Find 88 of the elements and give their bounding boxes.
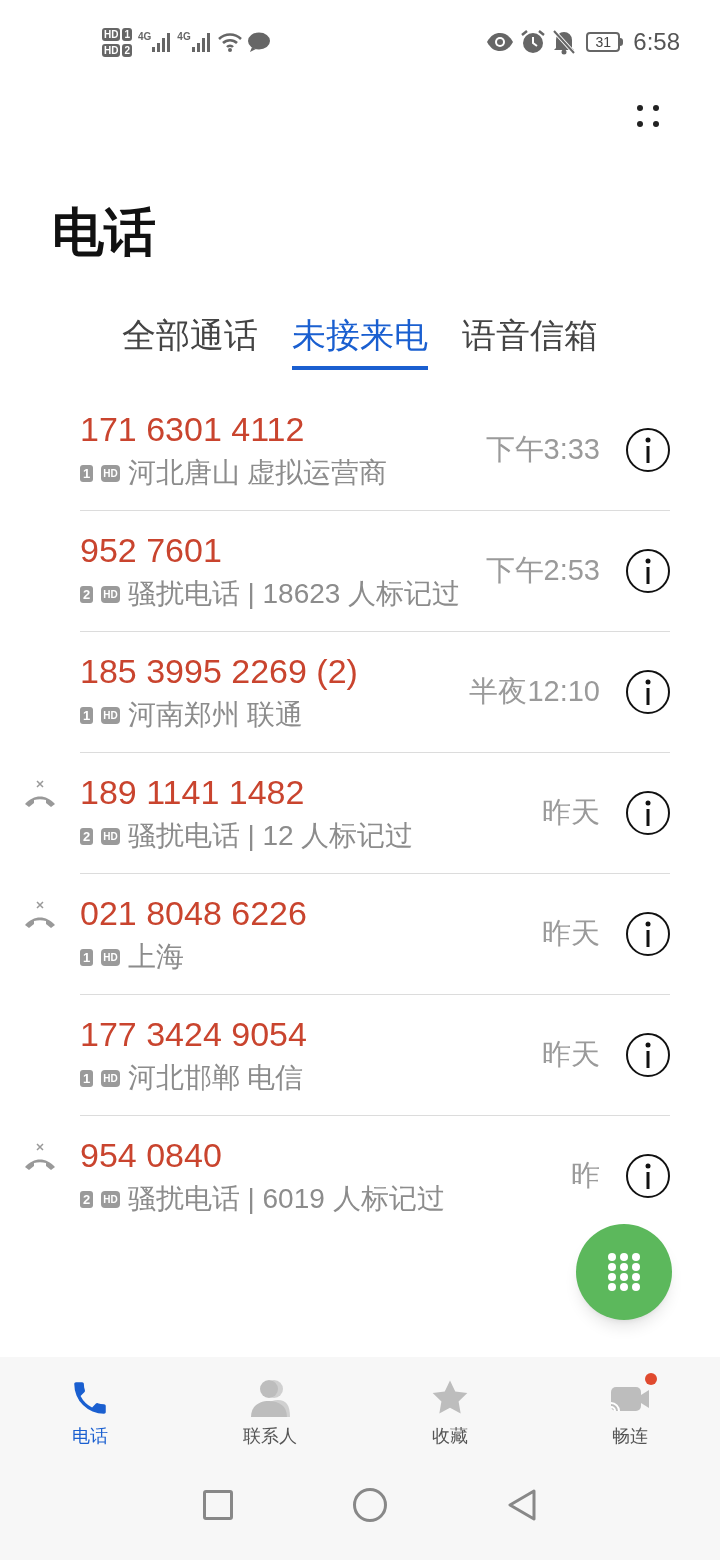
nav-tab[interactable]: 畅连 (540, 1377, 720, 1450)
sim-badge: 1 (80, 948, 94, 966)
phone-number: 021 8048 6226 (80, 893, 307, 934)
call-location: 河北唐山 虚拟运营商 (127, 456, 388, 490)
info-button[interactable] (626, 791, 670, 835)
info-button[interactable] (626, 549, 670, 593)
clock: 6:58 (633, 27, 680, 57)
page-title: 电话 (52, 202, 156, 263)
tab[interactable]: 语音信箱 (462, 310, 598, 370)
chat-icon (246, 31, 271, 53)
call-row[interactable]: 185 3995 2269 (2) 1 HD 河南郑州 联通 半夜12:10 (0, 632, 720, 753)
call-row[interactable]: 954 0840 2 HD 骚扰电话 | 6019 人标记过 昨 (0, 1116, 720, 1236)
info-button[interactable] (626, 670, 670, 714)
call-location: 河北邯郸 电信 (127, 1061, 304, 1095)
hd-badge: HD (101, 706, 120, 724)
info-icon (645, 921, 651, 947)
info-icon (645, 679, 651, 705)
call-location: 河南郑州 联通 (127, 698, 304, 732)
call-time: 昨天 (542, 1037, 600, 1073)
nav-tab[interactable]: 电话 (0, 1377, 180, 1450)
phone-number: 177 3424 9054 (80, 1014, 307, 1055)
sim-badge: 2 (80, 827, 94, 845)
hd-badge: HD (102, 27, 121, 41)
call-time: 昨 (571, 1158, 600, 1194)
info-icon (645, 437, 651, 463)
phone-number: 171 6301 4112 (80, 409, 305, 450)
signal-icon (151, 31, 172, 53)
call-time: 下午2:53 (485, 553, 600, 589)
call-time: 下午3:33 (485, 432, 600, 468)
nav-label: 电话 (72, 1425, 108, 1448)
sim-badge: 1 (80, 1069, 94, 1087)
hd-badge: HD (101, 827, 120, 845)
info-button[interactable] (626, 428, 670, 472)
phone-number: 185 3995 2269 (2) (80, 651, 358, 692)
call-row[interactable]: 189 1141 1482 2 HD 骚扰电话 | 12 人标记过 昨天 (0, 753, 720, 874)
hd-badge: HD (101, 464, 120, 482)
muted-bell-icon (552, 29, 577, 55)
network-label: 4G (177, 31, 191, 43)
sim-badge: 2 (122, 43, 132, 57)
nav-label: 联系人 (243, 1425, 297, 1448)
nav-tab[interactable]: 联系人 (180, 1377, 360, 1450)
call-row[interactable]: 952 7601 2 HD 骚扰电话 | 18623 人标记过 下午2:53 (0, 511, 720, 632)
call-location: 骚扰电话 | 12 人标记过 (127, 819, 414, 853)
call-row[interactable]: 177 3424 9054 1 HD 河北邯郸 电信 昨天 (0, 995, 720, 1116)
call-location: 上海 (127, 940, 184, 974)
hd-badge: HD (101, 948, 120, 966)
contacts-icon (248, 1377, 292, 1419)
info-icon (645, 558, 651, 584)
info-button[interactable] (626, 1154, 670, 1198)
info-icon (645, 800, 651, 826)
nav-label: 畅连 (612, 1425, 648, 1448)
network-label: 4G (138, 31, 152, 43)
back-icon[interactable] (507, 1488, 537, 1522)
call-row[interactable]: 021 8048 6226 1 HD 上海 昨天 (0, 874, 720, 995)
hd-badge: HD (101, 1069, 120, 1087)
dialpad-icon (607, 1252, 641, 1292)
sim-badge: 1 (80, 464, 94, 482)
hd-badge: HD (101, 1190, 120, 1208)
alarm-icon (520, 29, 547, 55)
tab[interactable]: 未接来电 (292, 310, 428, 370)
call-time: 昨天 (542, 795, 600, 831)
nav-tab[interactable]: 收藏 (360, 1377, 540, 1450)
eye-icon (486, 32, 515, 52)
phone-number: 189 1141 1482 (80, 772, 305, 813)
recents-button[interactable] (203, 1490, 233, 1520)
wifi-icon (216, 31, 243, 53)
phone-number: 952 7601 (80, 530, 222, 571)
info-button[interactable] (626, 912, 670, 956)
sim-badge: 2 (80, 1190, 94, 1208)
call-time: 昨天 (542, 916, 600, 952)
hd-badge: HD (102, 43, 121, 57)
info-button[interactable] (626, 1033, 670, 1077)
phone-number: 954 0840 (80, 1135, 222, 1176)
call-row[interactable]: 171 6301 4112 1 HD 河北唐山 虚拟运营商 下午3:33 (0, 390, 720, 511)
call-location: 骚扰电话 | 6019 人标记过 (127, 1182, 445, 1216)
nav-label: 收藏 (432, 1425, 468, 1448)
call-time: 半夜12:10 (469, 674, 600, 710)
sim-badge: 2 (80, 585, 94, 603)
call-location: 骚扰电话 | 18623 人标记过 (127, 577, 461, 611)
info-icon (645, 1042, 651, 1068)
home-button[interactable] (353, 1488, 387, 1522)
hd-badge: HD (101, 585, 120, 603)
tab[interactable]: 全部通话 (122, 310, 258, 370)
info-icon (645, 1163, 651, 1189)
battery-level: 31 (595, 35, 612, 49)
sim-badge: 1 (80, 706, 94, 724)
signal-icon (190, 31, 211, 53)
sim-badge: 1 (122, 27, 132, 41)
